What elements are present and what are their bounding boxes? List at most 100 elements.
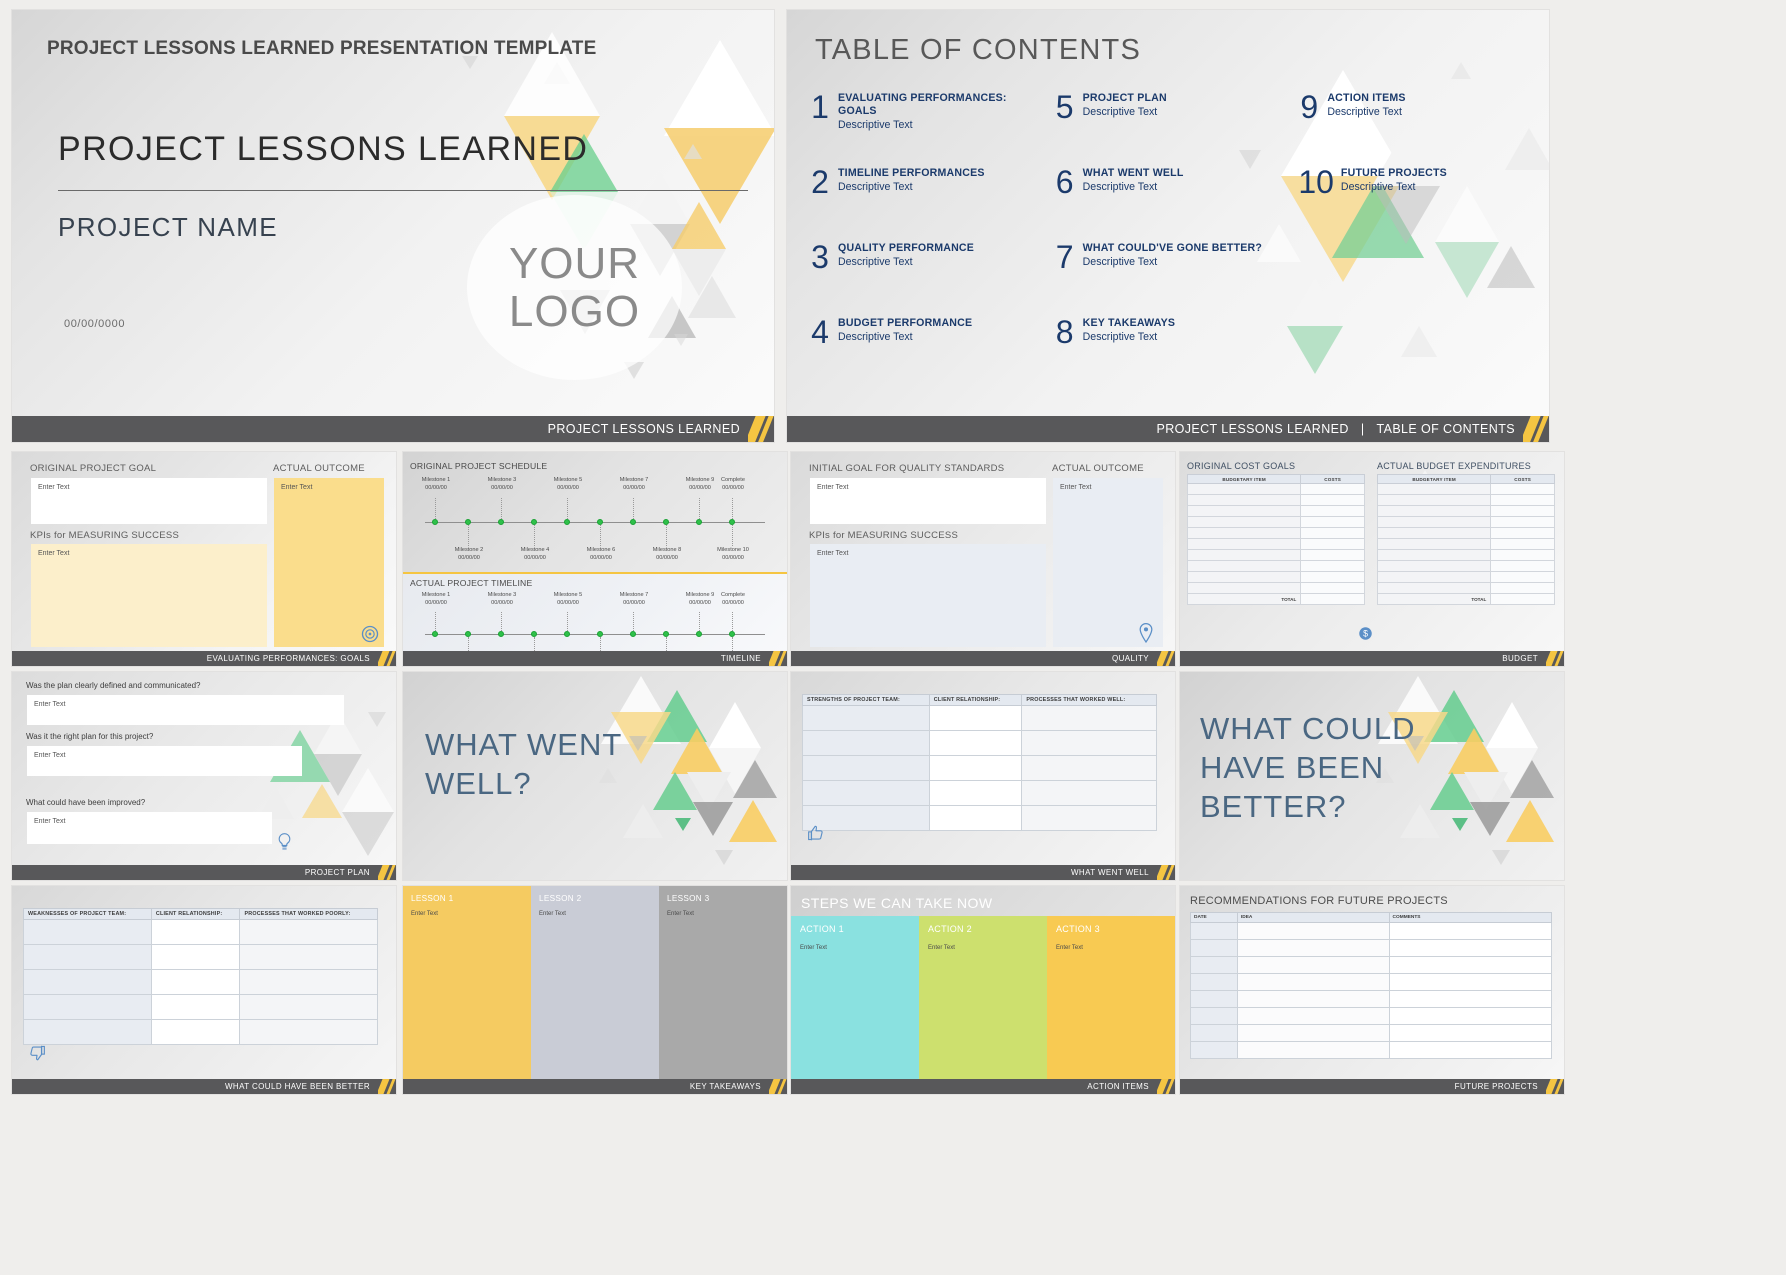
lesson-column-1[interactable]: LESSON 1 Enter Text [403,886,531,1079]
table-row[interactable] [1376,516,1555,528]
table-row[interactable] [1186,494,1365,506]
table-row[interactable] [1186,560,1365,572]
placeholder-text: Enter Text [800,945,827,951]
table-row[interactable] [23,944,378,970]
table-row[interactable] [1190,990,1553,1008]
table-row[interactable] [1376,538,1555,550]
slide-project-plan[interactable]: Was the plan clearly defined and communi… [12,672,396,880]
table-row[interactable] [1376,560,1555,572]
logo-placeholder[interactable]: YOUR LOGO [467,195,682,380]
table-row[interactable] [1190,1041,1553,1059]
toc-item[interactable]: 8 KEY TAKEAWAYS Descriptive Text [1046,316,1291,392]
table-row[interactable] [1376,527,1555,539]
table-row[interactable] [1186,483,1365,495]
table-row[interactable] [23,919,378,945]
slide-footer: PROJECT PLAN [12,865,396,880]
placeholder-text: Enter Text [667,911,694,917]
table-row[interactable] [1376,494,1555,506]
table-row[interactable] [1376,549,1555,561]
input-actual-outcome[interactable]: Enter Text [274,478,384,647]
toc-item[interactable]: 5 PROJECT PLAN Descriptive Text [1046,91,1291,167]
slide-title[interactable]: PROJECT LESSONS LEARNED PRESENTATION TEM… [12,10,774,442]
toc-item[interactable]: 10 FUTURE PROJECTS Descriptive Text [1290,166,1535,242]
slide-what-could-have-been-better-title[interactable]: WHAT COULD HAVE BEEN BETTER? [1180,672,1564,880]
label-original-schedule: ORIGINAL PROJECT SCHEDULE [410,461,548,471]
input-question-2[interactable]: Enter Text [27,746,302,776]
toc-item-desc: Descriptive Text [838,181,913,194]
table-row[interactable] [1376,483,1555,495]
table-row[interactable] [1190,956,1553,974]
table-row[interactable] [802,805,1157,831]
table-row[interactable] [1190,1007,1553,1025]
label-actual-timeline: ACTUAL PROJECT TIMELINE [410,578,533,588]
table-original-cost-goals[interactable]: BUDGETARY ITEM COSTS TOTAL [1186,474,1365,605]
toc-item[interactable]: 7 WHAT COULD'VE GONE BETTER? Descriptive… [1046,241,1291,317]
project-name[interactable]: PROJECT NAME [58,212,278,243]
slide-what-went-well-title[interactable]: WHAT WENT WELL? [403,672,787,880]
toc-item[interactable]: 4 BUDGET PERFORMANCE Descriptive Text [801,316,1046,392]
toc-item-desc: Descriptive Text [1082,256,1158,269]
slide-what-went-well-table[interactable]: STRENGTHS OF PROJECT TEAM: CLIENT RELATI… [791,672,1175,880]
toc-item[interactable]: 3 QUALITY PERFORMANCE Descriptive Text [801,241,1046,317]
toc-item[interactable]: 6 WHAT WENT WELL Descriptive Text [1046,166,1291,242]
slide-quality[interactable]: INITIAL GOAL FOR QUALITY STANDARDS Enter… [791,452,1175,666]
table-row[interactable] [1376,571,1555,583]
toc-item-desc: Descriptive Text [838,331,913,344]
table-row[interactable] [1186,571,1365,583]
input-original-project-goal[interactable]: Enter Text [31,478,267,524]
table-row[interactable] [1190,922,1553,940]
table-row[interactable] [802,730,1157,756]
table-row[interactable] [1186,582,1365,594]
table-row[interactable] [802,755,1157,781]
toc-item-title: FUTURE PROJECTS [1340,167,1447,179]
footer-slash-icon [1546,651,1564,666]
slide-future-projects[interactable]: RECOMMENDATIONS FOR FUTURE PROJECTS DATE… [1180,886,1564,1094]
input-question-1[interactable]: Enter Text [27,695,344,725]
table-row[interactable] [1190,939,1553,957]
slide-budget[interactable]: ORIGINAL COST GOALS BUDGETARY ITEM COSTS … [1180,452,1564,666]
table-actual-budget-expenditures[interactable]: BUDGETARY ITEM COSTS TOTAL [1376,474,1555,605]
slide-timeline[interactable]: ORIGINAL PROJECT SCHEDULE Milestone 1 00… [403,452,787,666]
table-row[interactable] [1186,505,1365,517]
input-initial-goal-quality[interactable]: Enter Text [810,478,1046,524]
title-line-3: BETTER? [1200,788,1347,824]
toc-item[interactable]: 1 EVALUATING PERFORMANCES: GOALS Descrip… [801,91,1046,167]
table-what-went-well[interactable]: STRENGTHS OF PROJECT TEAM: CLIENT RELATI… [802,694,1157,831]
action-column-2[interactable]: ACTION 2 Enter Text [919,916,1047,1079]
lesson-column-2[interactable]: LESSON 2 Enter Text [531,886,659,1079]
table-what-could-have-been-better[interactable]: WEAKNESSES OF PROJECT TEAM: CLIENT RELAT… [23,908,378,1045]
slide-table-of-contents[interactable]: TABLE OF CONTENTS 1 EVALUATING PERFORMAN… [787,10,1549,442]
table-row[interactable] [802,780,1157,806]
input-kpis[interactable]: Enter Text [31,544,267,647]
slide-what-could-have-been-better-table[interactable]: WEAKNESSES OF PROJECT TEAM: CLIENT RELAT… [12,886,396,1094]
slide-footer: ACTION ITEMS [791,1079,1175,1094]
table-row[interactable] [1186,527,1365,539]
table-row[interactable] [23,1019,378,1045]
project-date[interactable]: 00/00/0000 [64,318,125,330]
footer-slash-icon [1157,1079,1175,1094]
action-column-3[interactable]: ACTION 3 Enter Text [1047,916,1175,1079]
toc-item[interactable]: 9 ACTION ITEMS Descriptive Text [1290,91,1535,167]
lesson-column-3[interactable]: LESSON 3 Enter Text [659,886,787,1079]
action-column-1[interactable]: ACTION 1 Enter Text [791,916,919,1079]
slide-action-items[interactable]: STEPS WE CAN TAKE NOW ACTION 1 Enter Tex… [791,886,1175,1094]
input-kpis[interactable]: Enter Text [810,544,1046,647]
milestone-label: Milestone 6 [586,547,616,553]
table-row[interactable] [1190,973,1553,991]
table-row[interactable] [23,994,378,1020]
table-row[interactable] [1186,516,1365,528]
table-row[interactable] [23,969,378,995]
table-row[interactable] [1190,1024,1553,1042]
table-row[interactable] [1376,582,1555,594]
table-row[interactable] [802,705,1157,731]
table-row[interactable] [1376,505,1555,517]
slide-key-takeaways[interactable]: LESSON 1 Enter Text LESSON 2 Enter Text … [403,886,787,1094]
slide-evaluating-performances-goals[interactable]: ORIGINAL PROJECT GOAL Enter Text KPIs fo… [12,452,396,666]
table-row[interactable] [1186,549,1365,561]
table-future-projects[interactable]: DATE IDEA COMMENTS [1190,912,1553,1059]
table-row[interactable] [1186,538,1365,550]
label-original-project-goal: ORIGINAL PROJECT GOAL [30,463,157,474]
input-question-3[interactable]: Enter Text [27,812,272,844]
toc-item[interactable]: 2 TIMELINE PERFORMANCES Descriptive Text [801,166,1046,242]
footer-label: PROJECT LESSONS LEARNED [547,422,740,436]
